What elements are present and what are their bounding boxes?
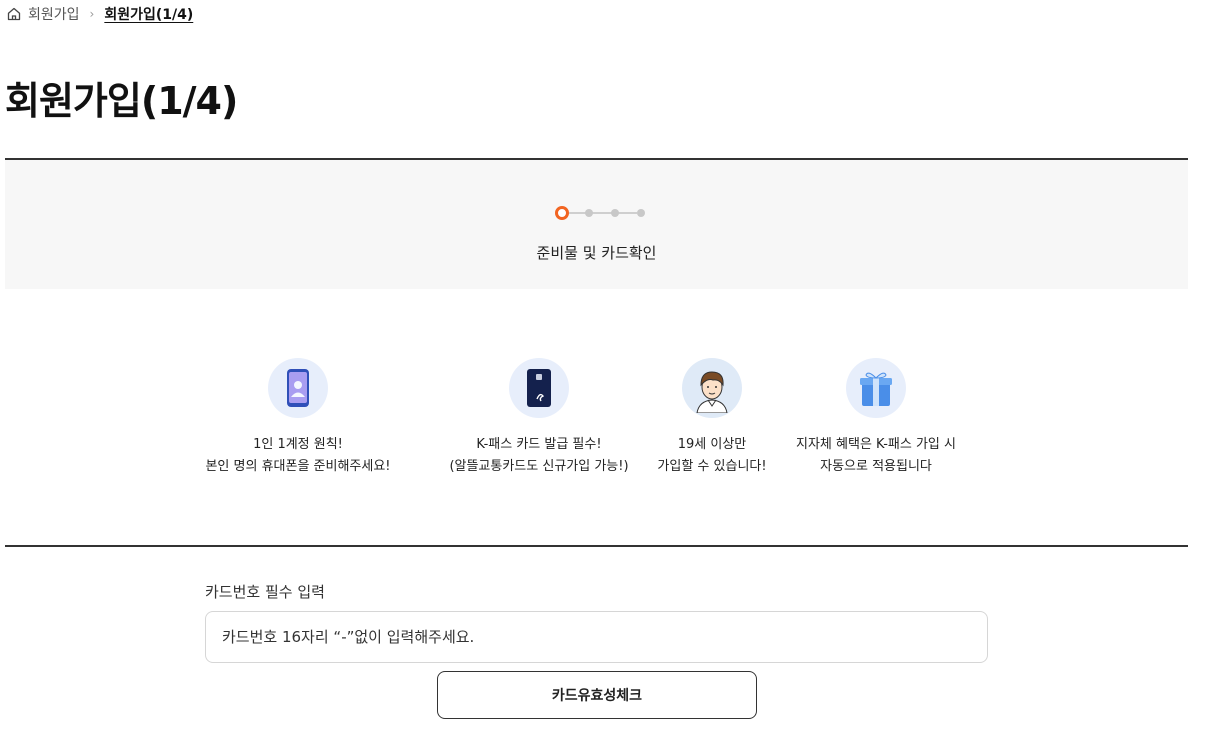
section-divider	[5, 545, 1188, 547]
breadcrumb-item-signup[interactable]: 회원가입	[28, 4, 80, 24]
gift-box-icon	[846, 358, 906, 418]
phone-person-icon	[268, 358, 328, 418]
card-number-label: 카드번호 필수 입력	[205, 583, 325, 601]
requirement-one-account: 1인 1계정 원칙! 본인 명의 휴대폰을 준비해주세요!	[198, 358, 398, 478]
requirement-text-line1: 지자체 혜택은 K-패스 가입 시	[796, 437, 956, 452]
requirement-kpass-card: K-패스 카드 발급 필수! (알뜰교통카드도 신규가입 가능!)	[439, 358, 639, 478]
requirement-text-line2: (알뜰교통카드도 신규가입 가능!)	[449, 459, 629, 474]
kpass-card-icon	[509, 358, 569, 418]
requirement-local-benefit: 지자체 혜택은 K-패스 가입 시 자동으로 적용됩니다	[776, 358, 976, 478]
home-icon[interactable]	[6, 6, 22, 22]
step-connector-line	[557, 212, 637, 214]
step-dot-1-active	[555, 206, 569, 220]
adult-person-icon	[682, 358, 742, 418]
step-dot-4	[637, 209, 645, 217]
requirement-text-line2: 본인 명의 휴대폰을 준비해주세요!	[205, 459, 391, 474]
signup-requirements: 1인 1계정 원칙! 본인 명의 휴대폰을 준비해주세요! K-패스 카드 발급…	[205, 358, 960, 478]
page-title: 회원가입(1/4)	[5, 79, 238, 123]
card-validity-check-button[interactable]: 카드유효성체크	[437, 671, 757, 719]
breadcrumb: 회원가입 › 회원가입(1/4)	[6, 4, 193, 24]
current-step-label: 준비물 및 카드확인	[536, 244, 657, 262]
step-progress-panel: 준비물 및 카드확인	[5, 158, 1188, 289]
card-number-input[interactable]	[205, 611, 988, 663]
step-dot-2	[585, 209, 593, 217]
requirement-text-line2: 자동으로 적용됩니다	[820, 459, 932, 474]
requirement-text-line1: 1인 1계정 원칙!	[253, 437, 343, 452]
requirement-text-line1: K-패스 카드 발급 필수!	[476, 437, 602, 452]
step-dot-3	[611, 209, 619, 217]
step-indicator	[549, 206, 649, 220]
chevron-right-icon: ›	[89, 7, 95, 21]
breadcrumb-item-current[interactable]: 회원가입(1/4)	[104, 4, 193, 24]
